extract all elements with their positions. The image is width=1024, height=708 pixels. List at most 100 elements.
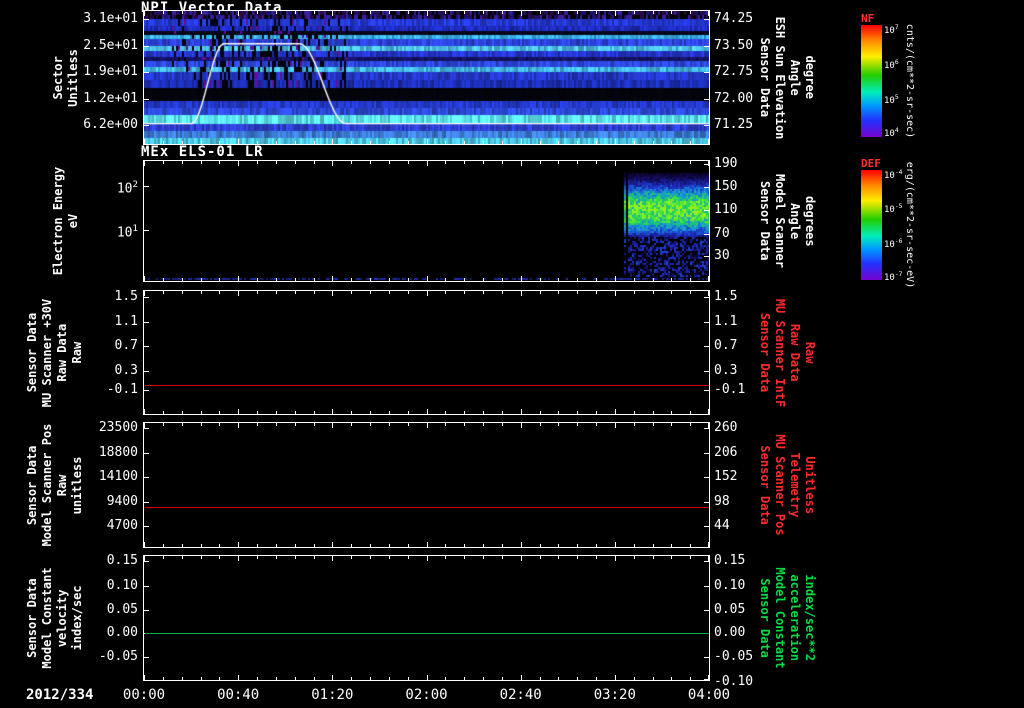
- left-axis-label-line: eV: [66, 213, 80, 229]
- x-minor-tick: [182, 556, 183, 559]
- x-minor-tick: [351, 556, 352, 559]
- x-minor-tick: [577, 423, 578, 426]
- x-major-tick: [238, 161, 239, 166]
- model-scanner-pos-panel: [143, 422, 710, 548]
- x-minor-tick: [314, 411, 315, 414]
- x-minor-tick: [690, 278, 691, 281]
- x-minor-tick: [370, 423, 371, 426]
- y-tick-label: 0.7: [714, 338, 738, 354]
- right-axis-label-line: MU Scanner IntF: [773, 298, 787, 407]
- x-minor-tick: [634, 544, 635, 547]
- x-minor-tick: [464, 423, 465, 426]
- right-axis-label: Sensor Data MU Scanner IntF Raw Data Raw: [758, 298, 817, 407]
- x-minor-tick: [596, 278, 597, 281]
- x-minor-tick: [276, 556, 277, 559]
- x-major-tick: [427, 409, 428, 414]
- left-axis-label-line: Sensor Data: [25, 312, 39, 393]
- y-tick-left: [144, 586, 149, 587]
- y-tick-label: 1.5: [714, 288, 738, 304]
- x-major-tick: [144, 161, 145, 166]
- x-minor-tick: [314, 11, 315, 14]
- x-major-tick: [332, 675, 333, 680]
- colorbar-tick-label: 105: [884, 93, 899, 106]
- x-minor-tick: [690, 411, 691, 414]
- x-minor-tick: [276, 291, 277, 294]
- x-minor-tick: [351, 677, 352, 680]
- x-minor-tick: [445, 544, 446, 547]
- x-minor-tick: [389, 411, 390, 414]
- right-axis-label: Sensor Data MU Scanner Pos Telemetry Unitle…: [758, 434, 817, 535]
- x-major-tick: [615, 11, 616, 16]
- els-spectrogram-canvas: [144, 161, 709, 281]
- y-tick-right: [704, 125, 709, 126]
- date-label: 2012/334: [26, 687, 94, 703]
- x-minor-tick: [653, 423, 654, 426]
- x-minor-tick: [483, 544, 484, 547]
- x-minor-tick: [351, 11, 352, 14]
- x-minor-tick: [558, 141, 559, 144]
- x-major-tick: [332, 161, 333, 166]
- x-minor-tick: [219, 411, 220, 414]
- y-tick-left: [144, 526, 149, 527]
- x-minor-tick: [653, 141, 654, 144]
- x-minor-tick: [295, 161, 296, 164]
- x-minor-tick: [540, 544, 541, 547]
- x-minor-tick: [408, 11, 409, 14]
- x-minor-tick: [201, 677, 202, 680]
- y-tick-label: 0.00: [714, 624, 746, 640]
- x-minor-tick: [370, 11, 371, 14]
- x-minor-tick: [671, 544, 672, 547]
- x-minor-tick: [558, 423, 559, 426]
- y-tick-label: 152: [714, 469, 738, 485]
- x-minor-tick: [596, 141, 597, 144]
- right-axis-label-line: Model Constant: [773, 567, 787, 669]
- x-minor-tick: [389, 291, 390, 294]
- y-tick-left: [144, 72, 149, 73]
- x-minor-tick: [389, 423, 390, 426]
- left-axis-label-line: Unitless: [66, 48, 80, 107]
- x-minor-tick: [596, 423, 597, 426]
- x-minor-tick: [389, 556, 390, 559]
- y-tick-label: -0.05: [714, 649, 754, 665]
- x-minor-tick: [634, 556, 635, 559]
- y-tick-label: 30: [714, 248, 730, 264]
- x-minor-tick: [257, 544, 258, 547]
- x-minor-tick: [540, 161, 541, 164]
- x-minor-tick: [577, 556, 578, 559]
- y-tick-left: [144, 657, 149, 658]
- els-spectrogram-panel: [143, 160, 710, 282]
- x-major-tick: [427, 675, 428, 680]
- x-major-tick: [521, 409, 522, 414]
- x-minor-tick: [445, 141, 446, 144]
- x-minor-tick: [408, 411, 409, 414]
- x-minor-tick: [502, 278, 503, 281]
- right-axis-label: Sensor Data Model Scanner Angle degrees: [758, 174, 817, 268]
- x-minor-tick: [314, 161, 315, 164]
- x-minor-tick: [464, 291, 465, 294]
- x-major-tick: [144, 409, 145, 414]
- y-tick-left: [144, 390, 149, 391]
- x-minor-tick: [445, 423, 446, 426]
- x-minor-tick: [314, 278, 315, 281]
- y-tick-label: -0.1: [714, 382, 746, 398]
- x-minor-tick: [464, 677, 465, 680]
- x-minor-tick: [314, 677, 315, 680]
- x-minor-tick: [408, 291, 409, 294]
- x-minor-tick: [671, 161, 672, 164]
- x-minor-tick: [445, 278, 446, 281]
- y-tick-left: [144, 371, 149, 372]
- y-tick-right: [704, 610, 709, 611]
- x-minor-tick: [690, 556, 691, 559]
- y-tick-right: [704, 46, 709, 47]
- x-major-tick: [521, 675, 522, 680]
- x-major-tick: [238, 409, 239, 414]
- x-major-tick: [427, 276, 428, 281]
- x-minor-tick: [370, 544, 371, 547]
- right-axis-label: Sensor Data Model Constant acceleration ind…: [758, 567, 817, 669]
- right-axis-label-line: Model Scanner: [773, 174, 787, 268]
- x-minor-tick: [163, 677, 164, 680]
- x-major-tick: [427, 423, 428, 428]
- x-minor-tick: [201, 291, 202, 294]
- x-minor-tick: [671, 411, 672, 414]
- x-minor-tick: [219, 677, 220, 680]
